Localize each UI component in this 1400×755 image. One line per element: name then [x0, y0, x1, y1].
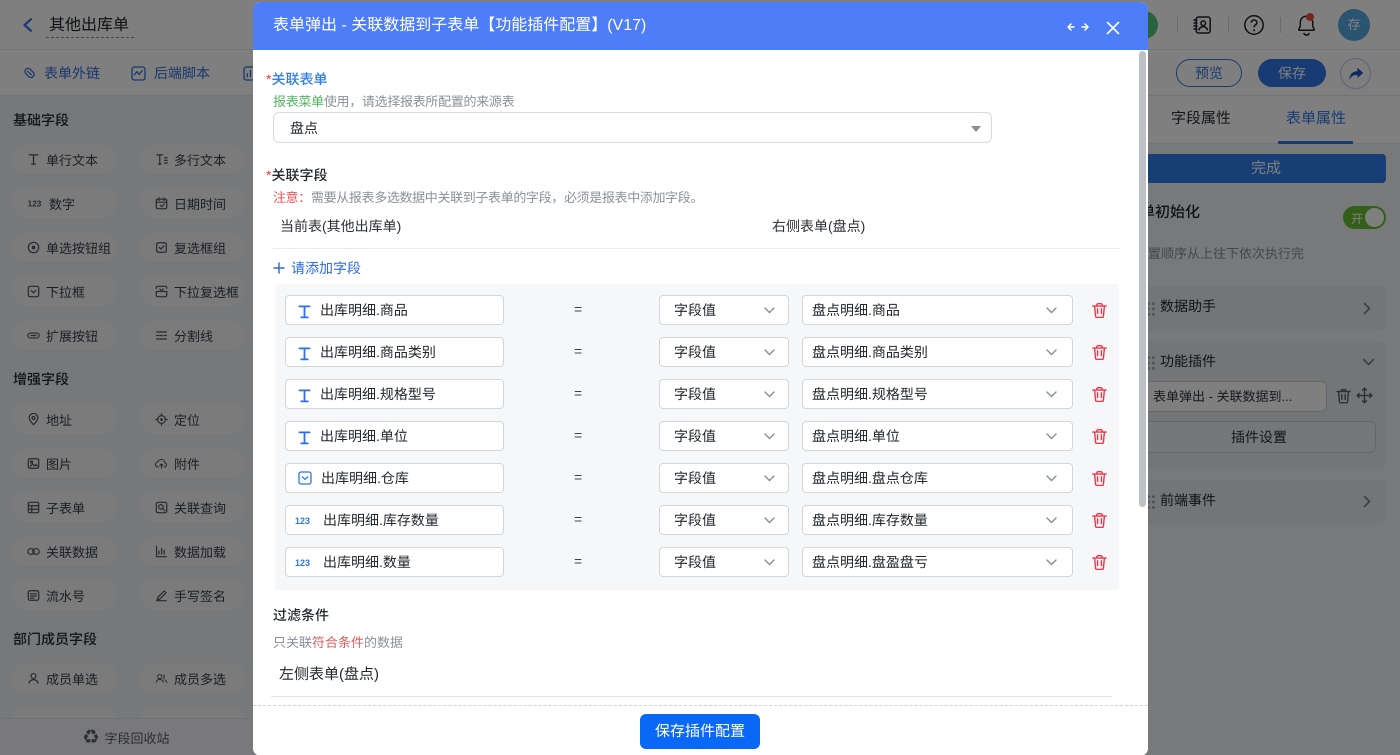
svg-text:123: 123 [295, 558, 310, 568]
svg-text:123: 123 [295, 516, 310, 526]
